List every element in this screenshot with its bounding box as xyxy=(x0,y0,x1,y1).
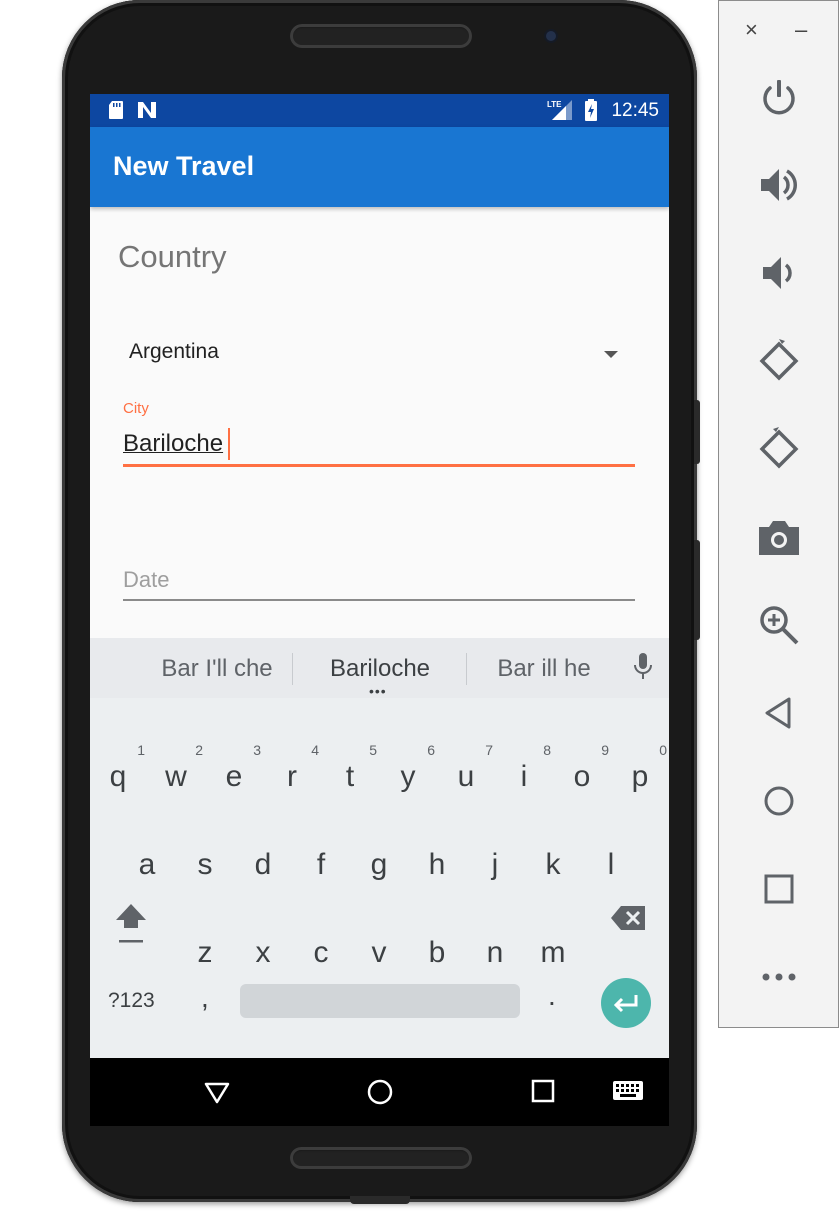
power-icon[interactable] xyxy=(755,74,803,122)
comma-key[interactable]: , xyxy=(201,982,209,1014)
back-icon[interactable] xyxy=(755,689,803,737)
microphone-icon[interactable] xyxy=(633,652,653,682)
keyboard-switch-icon[interactable] xyxy=(612,1080,644,1104)
status-bar: LTE 12:45 xyxy=(90,94,669,127)
navigation-bar xyxy=(90,1058,669,1126)
suggestion-1[interactable]: Bar I'll che xyxy=(144,655,290,683)
soft-keyboard: Bar I'll che Bariloche ••• Bar ill he 1q… xyxy=(90,638,669,1058)
key-r[interactable]: 4r xyxy=(269,742,319,810)
key-p[interactable]: 0p xyxy=(617,742,667,810)
phone-power-button xyxy=(694,400,700,464)
text-cursor xyxy=(228,428,230,460)
page-title: New Travel xyxy=(113,151,255,181)
date-field[interactable]: Date xyxy=(123,559,635,603)
key-b[interactable]: b xyxy=(414,924,460,986)
rotate-right-icon[interactable] xyxy=(755,425,803,473)
key-y[interactable]: 6y xyxy=(385,742,436,810)
key-s[interactable]: s xyxy=(182,836,228,898)
close-emulator-button[interactable]: × xyxy=(745,17,758,43)
lte-signal-icon: LTE xyxy=(547,100,572,120)
key-q[interactable]: 1q xyxy=(95,742,145,810)
battery-charging-icon xyxy=(585,99,597,121)
front-camera xyxy=(546,31,556,41)
period-key[interactable]: . xyxy=(548,980,556,1012)
date-underline xyxy=(123,599,635,601)
city-input-value: Bariloche xyxy=(123,430,224,457)
city-label: City xyxy=(123,400,149,417)
app-toolbar: New Travel xyxy=(90,127,669,207)
key-t[interactable]: 5t xyxy=(327,742,377,810)
suggestion-divider xyxy=(466,653,467,685)
key-z[interactable]: z xyxy=(182,924,228,986)
suggestion-3[interactable]: Bar ill he xyxy=(476,655,612,683)
city-underline xyxy=(123,464,635,467)
key-w[interactable]: 2w xyxy=(153,742,203,810)
n-notification-icon xyxy=(138,102,156,118)
key-m[interactable]: m xyxy=(530,924,576,986)
shift-key-icon[interactable] xyxy=(112,900,150,950)
device-screen: LTE 12:45 New Travel Country Argentina C… xyxy=(90,94,669,1126)
bottom-speaker xyxy=(290,1147,472,1169)
svg-text:LTE: LTE xyxy=(547,100,562,109)
key-u[interactable]: 7u xyxy=(443,742,493,810)
key-g[interactable]: g xyxy=(356,836,402,898)
zoom-icon[interactable] xyxy=(755,601,803,649)
home-icon[interactable] xyxy=(755,777,803,825)
key-k[interactable]: k xyxy=(530,836,576,898)
key-j[interactable]: j xyxy=(472,836,518,898)
key-n[interactable]: n xyxy=(472,924,518,986)
city-field[interactable]: City Bariloche xyxy=(123,394,635,468)
key-a[interactable]: a xyxy=(124,836,170,898)
status-time: 12:45 xyxy=(611,100,659,121)
space-key[interactable] xyxy=(240,984,520,1018)
back-down-icon[interactable] xyxy=(203,1078,231,1106)
camera-icon[interactable] xyxy=(755,513,803,561)
rotate-left-icon[interactable] xyxy=(755,337,803,385)
key-v[interactable]: v xyxy=(356,924,402,986)
top-speaker xyxy=(290,24,472,48)
key-h[interactable]: h xyxy=(414,836,460,898)
sd-card-icon xyxy=(109,101,123,119)
key-x[interactable]: x xyxy=(240,924,286,986)
country-label: Country xyxy=(118,239,227,274)
enter-key[interactable] xyxy=(601,978,651,1028)
more-suggestions-icon[interactable]: ••• xyxy=(369,684,387,698)
key-f[interactable]: f xyxy=(298,836,344,898)
backspace-key-icon[interactable] xyxy=(610,903,648,933)
suggestion-2[interactable]: Bariloche xyxy=(302,655,458,683)
recents-nav-icon[interactable] xyxy=(530,1078,556,1104)
suggestion-divider xyxy=(292,653,293,685)
key-d[interactable]: d xyxy=(240,836,286,898)
symbols-key[interactable]: ?123 xyxy=(108,989,155,1013)
overview-icon[interactable] xyxy=(755,865,803,913)
phone-bottom-edge xyxy=(350,1196,410,1204)
enter-arrow-icon xyxy=(613,995,638,1013)
volume-down-icon[interactable] xyxy=(755,249,803,297)
emulator-toolbar: × – xyxy=(718,0,839,1028)
country-selected-value: Argentina xyxy=(129,340,219,363)
country-dropdown[interactable]: Argentina xyxy=(123,324,623,380)
key-l[interactable]: l xyxy=(588,836,634,898)
volume-up-icon[interactable] xyxy=(755,161,803,209)
phone-volume-button xyxy=(694,540,700,640)
suggestion-strip: Bar I'll che Bariloche ••• Bar ill he xyxy=(90,638,669,698)
dropdown-arrow-icon xyxy=(604,351,618,358)
minimize-emulator-button[interactable]: – xyxy=(795,17,807,43)
home-nav-icon[interactable] xyxy=(366,1078,394,1106)
key-i[interactable]: 8i xyxy=(501,742,551,810)
more-icon[interactable] xyxy=(755,953,803,1001)
date-placeholder: Date xyxy=(123,567,170,592)
key-c[interactable]: c xyxy=(298,924,344,986)
key-e[interactable]: 3e xyxy=(211,742,261,810)
key-o[interactable]: 9o xyxy=(559,742,609,810)
